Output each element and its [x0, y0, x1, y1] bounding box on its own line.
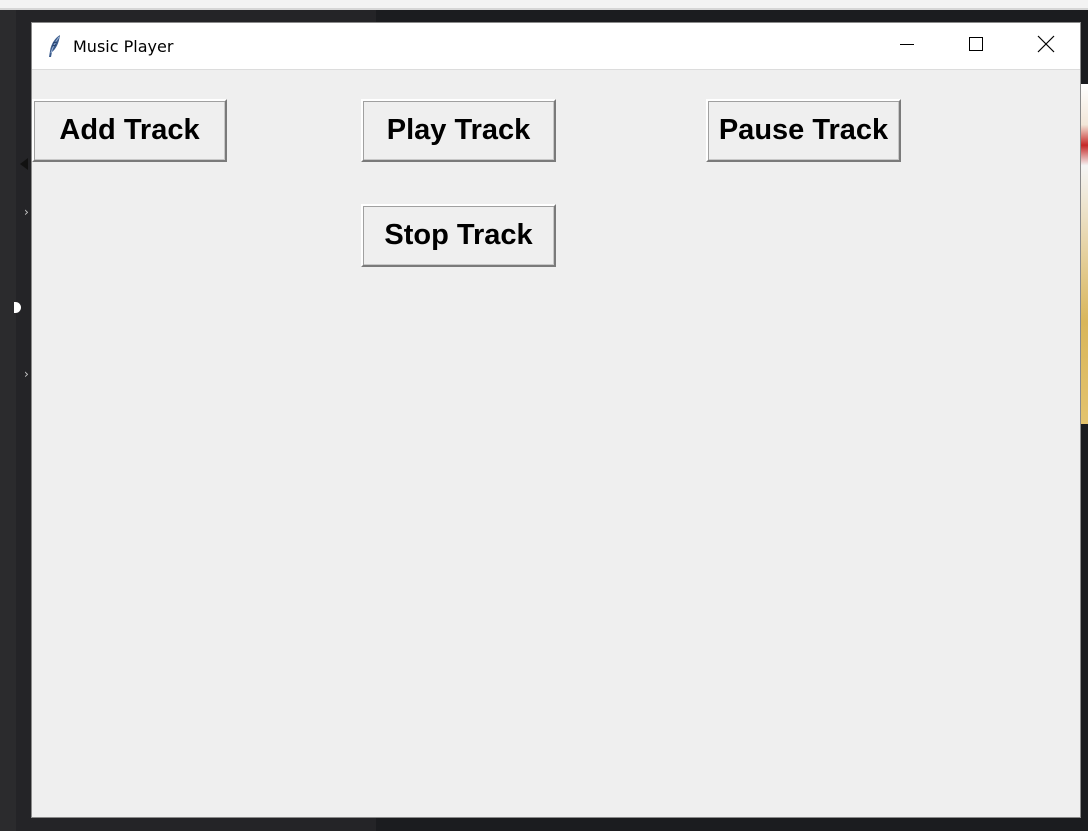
play-track-button[interactable]: Play Track: [361, 99, 556, 162]
stop-track-button[interactable]: Stop Track: [361, 204, 556, 267]
maximize-button[interactable]: [941, 23, 1011, 69]
close-icon: [1037, 35, 1055, 57]
close-button[interactable]: [1011, 23, 1081, 69]
add-track-button[interactable]: Add Track: [32, 99, 227, 162]
background-chevron-icon: ›: [24, 205, 29, 219]
background-chevron-icon: ›: [24, 367, 29, 381]
minimize-icon: [899, 36, 915, 56]
music-player-window: Music Player Add Track Play Track Pause …: [31, 22, 1081, 818]
pause-track-button[interactable]: Pause Track: [706, 99, 901, 162]
window-title: Music Player: [73, 37, 174, 56]
maximize-icon: [968, 36, 984, 56]
feather-icon: [46, 34, 64, 58]
minimize-button[interactable]: [872, 23, 942, 69]
background-image-edge: [1080, 84, 1088, 424]
background-arrow-icon: [20, 158, 28, 170]
background-editor-bottom: [400, 818, 1088, 831]
background-editor-gutter: [0, 10, 16, 831]
title-bar[interactable]: Music Player: [32, 23, 1080, 70]
